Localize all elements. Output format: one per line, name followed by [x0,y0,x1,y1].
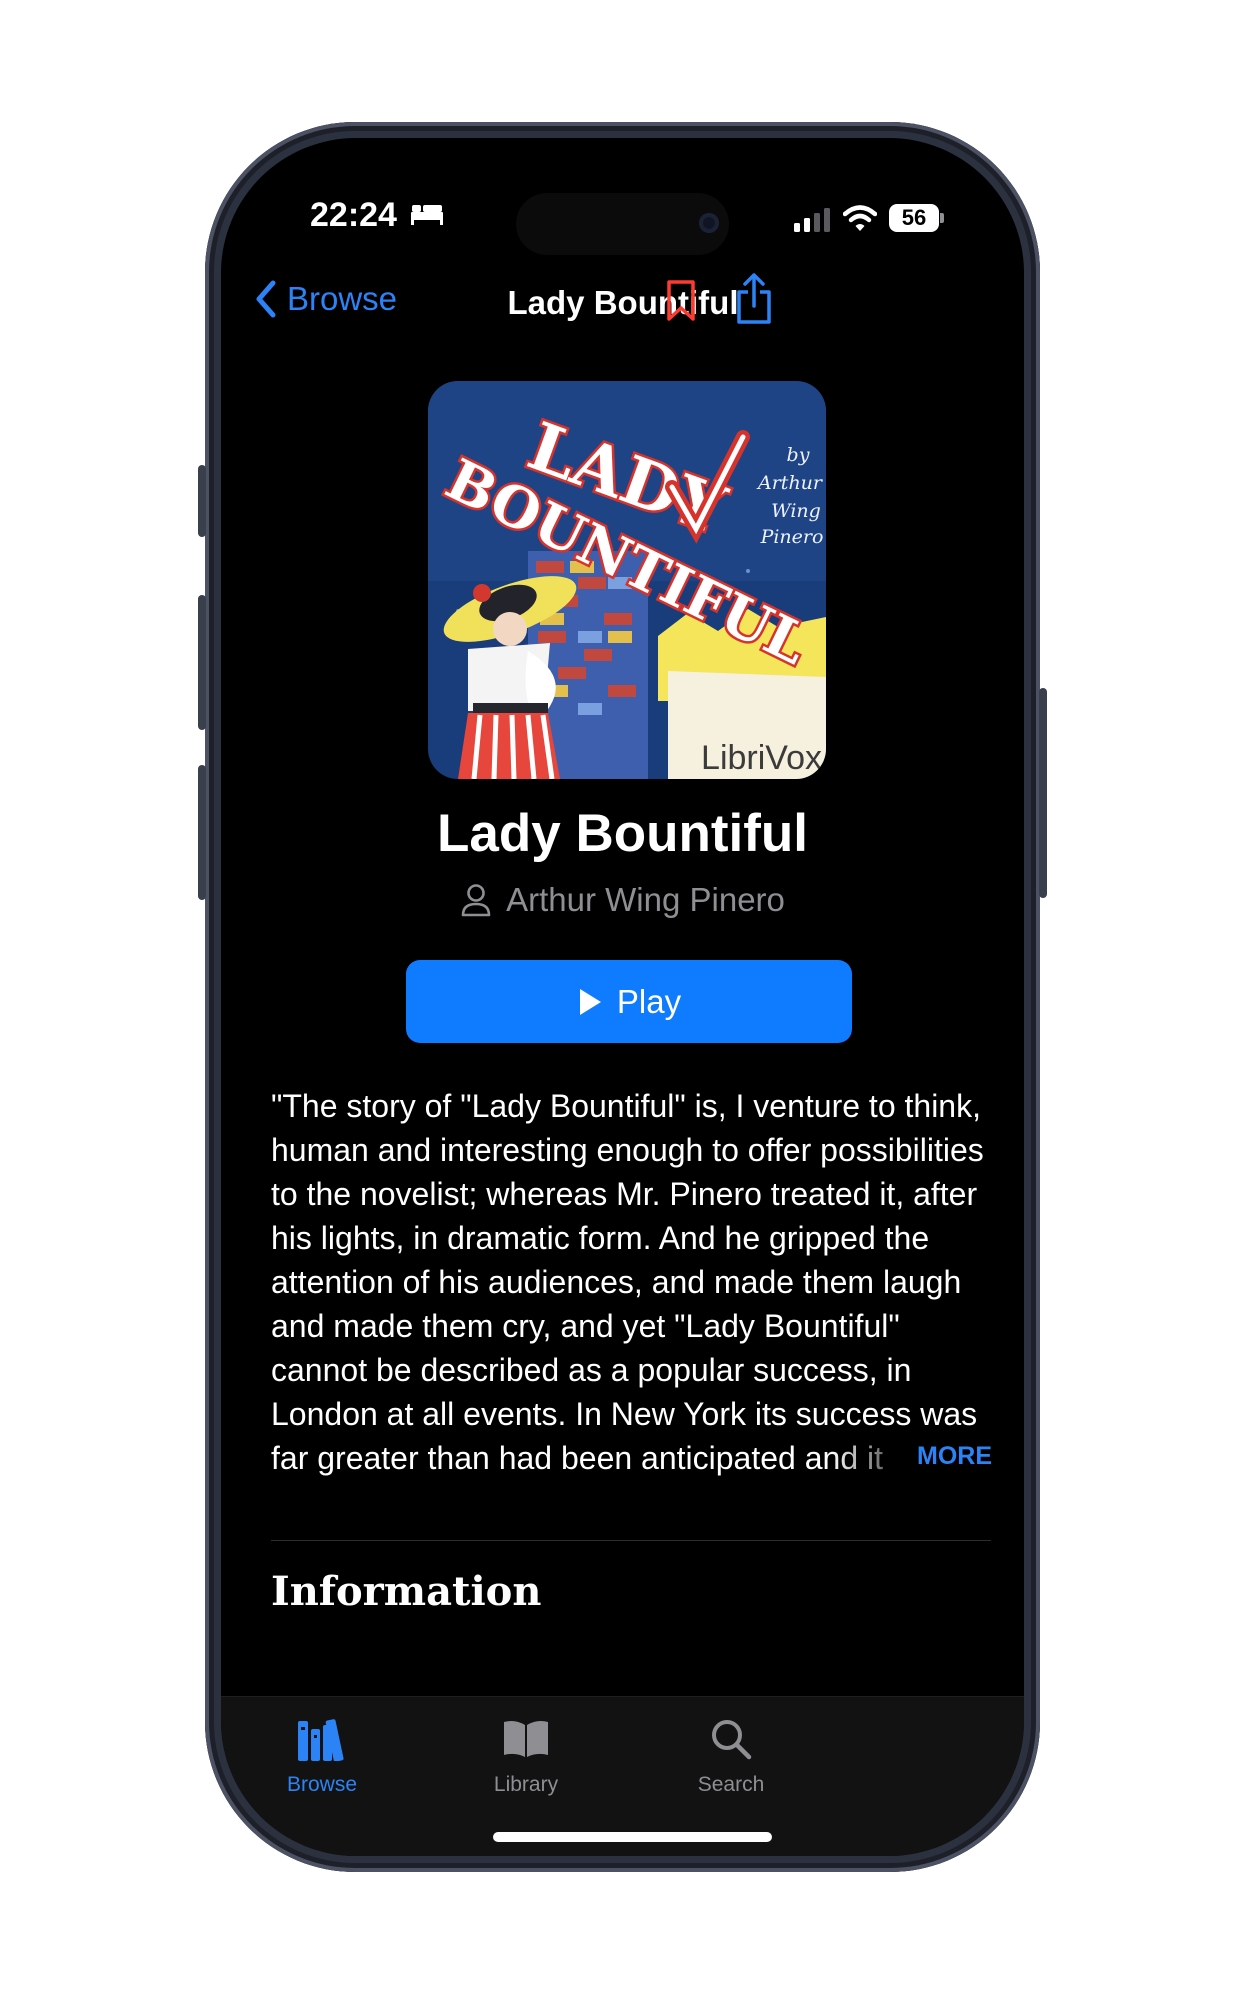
information-section-title: Information [271,1568,542,1615]
share-icon[interactable] [735,272,773,326]
cover-byline-by: by [787,444,810,466]
author-name: Arthur Wing Pinero [506,881,785,918]
more-button[interactable]: MORE [913,1442,992,1471]
front-camera [699,213,719,233]
cover-byline-wing: Wing [771,500,821,522]
book-title: Lady Bountiful [437,804,808,863]
volume-up-button [198,595,206,730]
book-cover[interactable]: LADY BOUNTIFUL by Arthur Wing Pinero Lib… [428,381,826,779]
magnifier-icon [712,1720,752,1760]
tab-search[interactable]: Search [631,1711,831,1797]
status-time: 22:24 [310,196,397,234]
wifi-icon [843,205,877,231]
battery-percent: 56 [901,205,927,230]
sleep-focus-icon [411,205,443,225]
power-button [1039,688,1047,898]
tab-search-label: Search [697,1773,765,1796]
cover-byline-arthur: Arthur [756,472,824,494]
battery-cap [940,213,944,223]
tab-library-label: Library [493,1773,559,1796]
book-description: "The story of "Lady Bountiful" is, I ven… [271,1088,984,1476]
home-indicator[interactable] [493,1832,772,1842]
section-divider [271,1540,991,1541]
author-link[interactable]: Arthur Wing Pinero [221,881,1024,919]
tab-browse[interactable]: Browse [222,1711,422,1797]
books-icon [298,1719,344,1761]
play-icon [579,988,601,1015]
tab-library[interactable]: Library [426,1711,626,1797]
cover-byline-pinero: Pinero [760,526,824,548]
play-button[interactable]: Play [406,960,852,1043]
open-book-icon [504,1721,548,1757]
back-button[interactable]: Browse [255,280,397,318]
phone-screen: 22:24 56 Browse Lady Bountiful LADY BOUN… [221,138,1024,1856]
volume-down-button [198,765,206,900]
chevron-left-icon [256,280,276,318]
person-icon [461,884,491,917]
back-button-label: Browse [287,280,398,317]
cellular-signal-icon [794,208,830,232]
action-button [198,465,206,537]
bookmark-icon[interactable] [666,279,696,323]
tab-browse-label: Browse [286,1773,358,1796]
cover-librivox-logo: LibriVox [701,739,822,777]
play-button-label: Play [616,982,682,1020]
dynamic-island [516,193,729,255]
